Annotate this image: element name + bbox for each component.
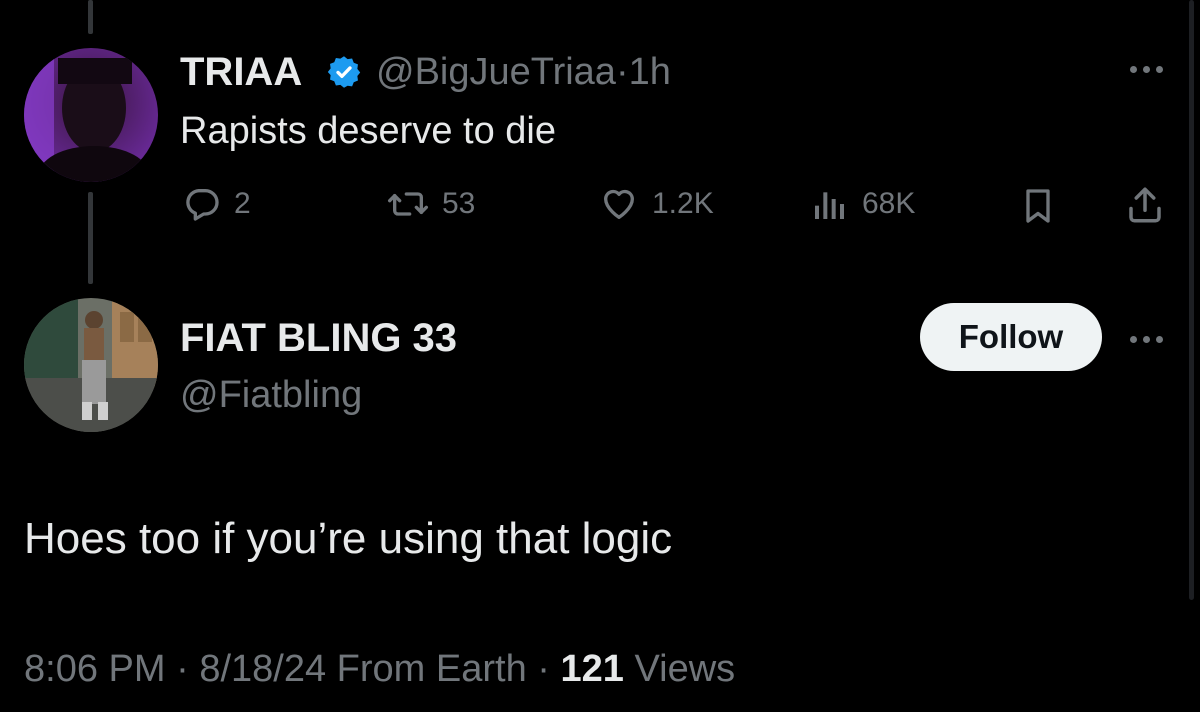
handle[interactable]: @BigJueTriaa — [376, 51, 616, 93]
like-count: 1.2K — [652, 187, 714, 220]
follow-button[interactable]: Follow — [920, 303, 1102, 371]
meta-views-label: Views — [634, 648, 736, 690]
verified-icon — [326, 54, 362, 95]
like-icon — [604, 189, 634, 219]
meta-sep: · — [537, 648, 550, 690]
views-count: 68K — [862, 187, 916, 220]
thread-line-bottom — [88, 192, 93, 284]
meta-date[interactable]: 8/18/24 — [199, 648, 326, 690]
views-button[interactable]: 68K — [810, 184, 915, 224]
meta-sep: · — [176, 648, 189, 690]
repost-icon — [387, 192, 428, 216]
views-icon — [815, 192, 844, 219]
thread-line-top — [88, 0, 93, 34]
tweet-text: Rapists deserve to die — [180, 110, 556, 152]
reply-handle[interactable]: @Fiatbling — [180, 374, 362, 417]
avatar-fiatbling[interactable] — [24, 298, 158, 432]
repost-button[interactable]: 53 — [386, 184, 475, 224]
repost-count: 53 — [442, 187, 476, 220]
scrollbar[interactable] — [1189, 0, 1194, 600]
reply-text: Hoes too if you’re using that logic — [24, 514, 673, 563]
handle-time[interactable]: @BigJueTriaa·1h — [376, 51, 671, 94]
reply-more-icon[interactable] — [1130, 336, 1163, 343]
tweet-meta: 8:06 PM · 8/18/24 From Earth · 121 Views — [24, 648, 735, 691]
timestamp[interactable]: 1h — [629, 51, 671, 93]
meta-views-count: 121 — [560, 648, 624, 690]
display-name[interactable]: TRIAA — [180, 50, 302, 95]
like-button[interactable]: 1.2K — [598, 184, 714, 224]
reply-icon — [186, 189, 219, 221]
separator: · — [615, 51, 629, 93]
reply-count: 2 — [234, 187, 251, 220]
bookmark-icon[interactable] — [1018, 186, 1058, 231]
meta-source: From Earth — [336, 648, 527, 690]
meta-time[interactable]: 8:06 PM — [24, 648, 166, 690]
reply-button[interactable]: 2 — [182, 184, 251, 224]
share-icon[interactable] — [1124, 184, 1166, 231]
reply-display-name[interactable]: FIAT BLING 33 — [180, 316, 457, 361]
more-icon[interactable] — [1130, 66, 1163, 73]
avatar-triaa[interactable] — [24, 48, 158, 182]
